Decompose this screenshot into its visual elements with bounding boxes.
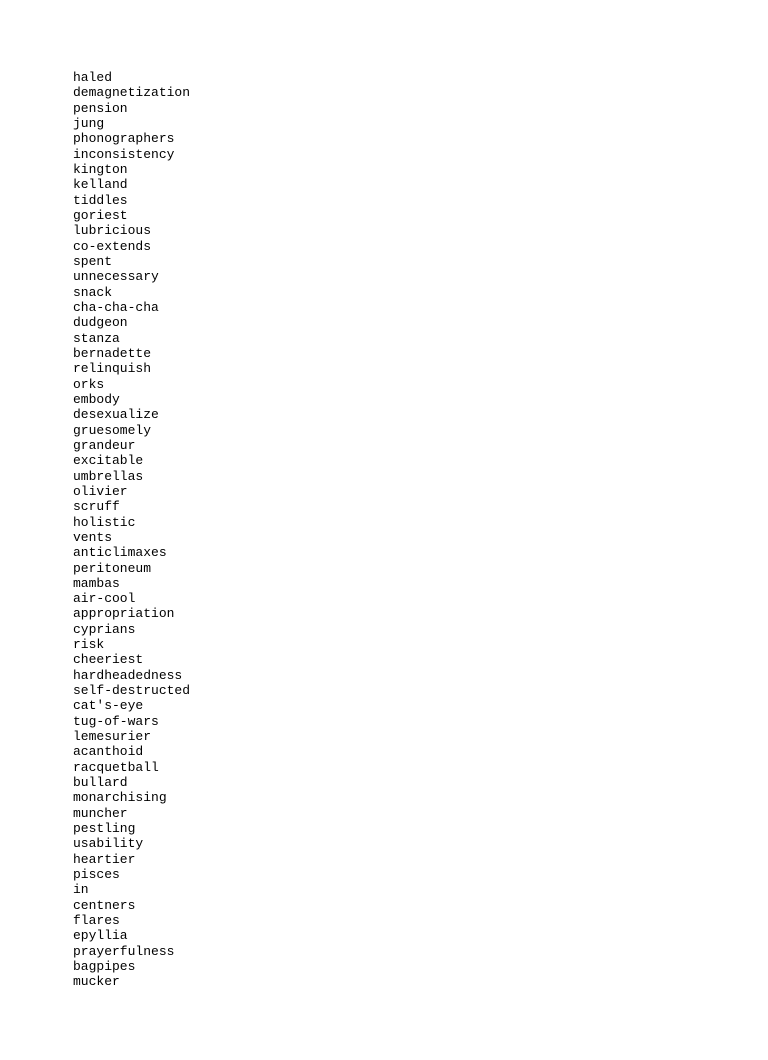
list-item: appropriation — [73, 606, 768, 621]
list-item: cyprians — [73, 622, 768, 637]
list-item: flares — [73, 913, 768, 928]
list-item: co-extends — [73, 239, 768, 254]
list-item: lubricious — [73, 223, 768, 238]
list-item: epyllia — [73, 928, 768, 943]
list-item: relinquish — [73, 361, 768, 376]
list-item: racquetball — [73, 760, 768, 775]
list-item: olivier — [73, 484, 768, 499]
list-item: scruff — [73, 499, 768, 514]
list-item: usability — [73, 836, 768, 851]
list-item: pension — [73, 101, 768, 116]
list-item: pestling — [73, 821, 768, 836]
list-item: spent — [73, 254, 768, 269]
list-item: air-cool — [73, 591, 768, 606]
list-item: cheeriest — [73, 652, 768, 667]
list-item: goriest — [73, 208, 768, 223]
list-item: muncher — [73, 806, 768, 821]
list-item: tiddles — [73, 193, 768, 208]
list-item: kelland — [73, 177, 768, 192]
list-item: desexualize — [73, 407, 768, 422]
list-item: bagpipes — [73, 959, 768, 974]
list-item: mucker — [73, 974, 768, 989]
list-item: monarchising — [73, 790, 768, 805]
list-item: tug-of-wars — [73, 714, 768, 729]
list-item: heartier — [73, 852, 768, 867]
list-item: kington — [73, 162, 768, 177]
list-item: in — [73, 882, 768, 897]
list-item: demagnetization — [73, 85, 768, 100]
list-item: phonographers — [73, 131, 768, 146]
list-item: inconsistency — [73, 147, 768, 162]
list-item: jung — [73, 116, 768, 131]
list-item: cha-cha-cha — [73, 300, 768, 315]
list-item: bullard — [73, 775, 768, 790]
list-item: vents — [73, 530, 768, 545]
list-item: pisces — [73, 867, 768, 882]
list-item: snack — [73, 285, 768, 300]
list-item: bernadette — [73, 346, 768, 361]
list-item: unnecessary — [73, 269, 768, 284]
list-item: prayerfulness — [73, 944, 768, 959]
list-item: dudgeon — [73, 315, 768, 330]
list-item: risk — [73, 637, 768, 652]
list-item: anticlimaxes — [73, 545, 768, 560]
list-item: gruesomely — [73, 423, 768, 438]
list-item: grandeur — [73, 438, 768, 453]
list-item: cat's-eye — [73, 698, 768, 713]
list-item: excitable — [73, 453, 768, 468]
list-item: orks — [73, 377, 768, 392]
list-item: stanza — [73, 331, 768, 346]
list-item: acanthoid — [73, 744, 768, 759]
word-list: haleddemagnetizationpensionjungphonograp… — [73, 70, 768, 990]
list-item: centners — [73, 898, 768, 913]
list-item: lemesurier — [73, 729, 768, 744]
list-item: mambas — [73, 576, 768, 591]
list-item: hardheadedness — [73, 668, 768, 683]
list-item: peritoneum — [73, 561, 768, 576]
list-item: haled — [73, 70, 768, 85]
list-item: holistic — [73, 515, 768, 530]
list-item: umbrellas — [73, 469, 768, 484]
list-item: self-destructed — [73, 683, 768, 698]
list-item: embody — [73, 392, 768, 407]
